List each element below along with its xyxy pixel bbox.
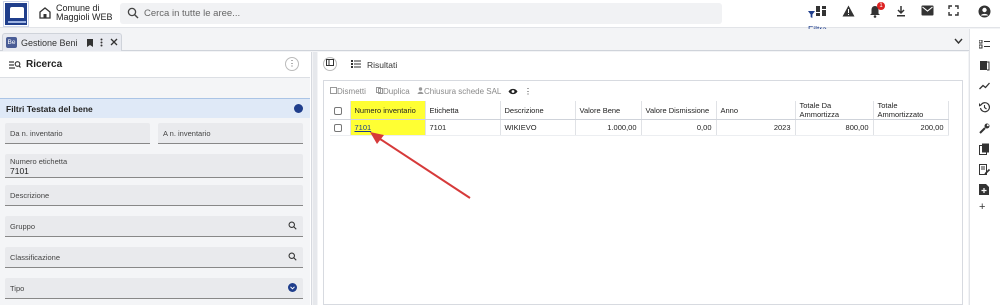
notifications-badge: 1 <box>877 2 885 10</box>
select-all-header[interactable] <box>330 101 351 120</box>
classificazione-label: Classificazione <box>10 253 61 262</box>
numero-etichetta-field[interactable]: Numero etichetta 7101 <box>5 154 303 178</box>
chiusura-schede-sal-button[interactable]: Chiusura schede SAL <box>417 87 501 96</box>
col-numero-inventario[interactable]: Numero inventario <box>350 101 426 120</box>
results-title: Risultati <box>367 60 398 70</box>
edit-document-icon[interactable] <box>979 164 991 177</box>
user-avatar-icon[interactable] <box>978 5 991 20</box>
home-icon[interactable] <box>38 6 52 20</box>
row-select-cell[interactable] <box>330 119 351 136</box>
list-icon <box>351 60 361 70</box>
add-document-icon[interactable] <box>979 184 989 197</box>
col-valore-dismissione[interactable]: Valore Dismissione <box>641 101 717 120</box>
a-n-inventario-field[interactable]: A n. inventario <box>158 123 303 144</box>
cell-totale-ammortizzato: 200,00 <box>873 119 949 136</box>
chevron-down-icon[interactable] <box>954 36 963 46</box>
panel-splitter[interactable] <box>313 52 317 305</box>
tipo-field[interactable]: Tipo <box>5 278 303 299</box>
annotation-arrow <box>370 132 471 199</box>
toolbar-more-icon[interactable]: ⋮ <box>524 87 532 96</box>
search-list-icon <box>9 60 21 72</box>
dashboard-icon[interactable] <box>815 5 827 19</box>
dismetti-icon <box>330 87 337 94</box>
panel-icon <box>326 59 334 66</box>
search-placeholder: Cerca in tutte le aree... <box>144 8 241 19</box>
cell-totale-da-ammortizza: 800,00 <box>795 119 874 136</box>
book-icon[interactable] <box>979 60 990 73</box>
app-badge-icon: Be <box>6 37 17 48</box>
search-panel: Ricerca ⋮ Filtri Testata del bene Da n. … <box>0 52 312 305</box>
mail-icon[interactable] <box>921 5 934 18</box>
search-panel-menu-button[interactable]: ⋮ <box>285 57 299 71</box>
tab-bar: Be Gestione Beni <box>0 29 970 51</box>
col-etichetta[interactable]: Etichetta <box>425 101 501 120</box>
sidebar-toggle-button[interactable] <box>323 57 337 71</box>
cell-anno: 2023 <box>716 119 796 136</box>
add-icon[interactable]: + <box>979 201 985 213</box>
descrizione-label: Descrizione <box>10 191 50 200</box>
search-panel-title: Ricerca <box>26 59 63 70</box>
cell-descrizione: WIKIEVO <box>500 119 576 136</box>
tab-menu-icon[interactable] <box>100 38 103 49</box>
person-icon <box>417 87 424 94</box>
comune-logo[interactable] <box>3 1 29 27</box>
row-checkbox[interactable] <box>334 124 342 132</box>
da-n-inventario-label: Da n. inventario <box>10 129 63 138</box>
numero-etichetta-value: 7101 <box>10 166 29 176</box>
numero-etichetta-label: Numero etichetta <box>10 157 68 166</box>
warning-icon[interactable] <box>842 5 855 19</box>
gruppo-label: Gruppo <box>10 222 36 231</box>
global-search[interactable]: Cerca in tutte le aree... Filtra <box>120 3 832 34</box>
tipo-dropdown-icon[interactable] <box>288 283 297 294</box>
app-brand: Comune di Maggioli WEB <box>56 4 113 22</box>
col-valore-bene[interactable]: Valore Bene <box>575 101 642 120</box>
cell-valore-bene: 1.000,00 <box>575 119 642 136</box>
filters-section-header[interactable]: Filtri Testata del bene <box>0 98 310 118</box>
duplica-button[interactable]: Duplica <box>376 87 410 96</box>
duplica-label: Duplica <box>383 87 410 96</box>
history-icon[interactable] <box>979 102 991 115</box>
col-totale-ammortizzato[interactable]: Totale Ammortizzato <box>873 101 949 120</box>
tools-icon[interactable] <box>979 123 990 136</box>
search-icon <box>127 7 139 21</box>
dismetti-label: Dismetti <box>337 87 366 96</box>
bookmark-icon[interactable] <box>87 39 93 49</box>
table-header-row: Numero inventario Etichetta Descrizione … <box>330 101 949 120</box>
classificazione-field[interactable]: Classificazione <box>5 247 303 268</box>
filter-icon <box>808 11 815 18</box>
dismetti-button[interactable]: Dismetti <box>330 87 366 96</box>
download-icon[interactable] <box>895 5 907 19</box>
close-tab-icon[interactable] <box>110 38 118 48</box>
fullscreen-icon[interactable] <box>948 5 959 18</box>
gruppo-field[interactable]: Gruppo <box>5 216 303 237</box>
classificazione-search-icon[interactable] <box>288 252 297 263</box>
copy-icon <box>376 87 383 94</box>
collapse-icon[interactable] <box>294 104 303 113</box>
select-all-checkbox[interactable] <box>334 106 342 115</box>
brand-line2: Maggioli WEB <box>56 12 113 22</box>
copy-document-icon[interactable] <box>979 143 990 157</box>
chiusura-label: Chiusura schede SAL <box>424 87 502 96</box>
list-view-icon[interactable] <box>978 39 990 52</box>
tab-gestione-beni[interactable]: Be Gestione Beni <box>2 33 122 51</box>
col-anno[interactable]: Anno <box>716 101 796 120</box>
tab-label: Gestione Beni <box>21 38 78 48</box>
right-toolbar: + <box>969 29 1000 305</box>
trend-icon[interactable] <box>979 82 990 92</box>
a-n-inventario-label: A n. inventario <box>163 129 211 138</box>
eye-icon[interactable] <box>508 88 518 97</box>
col-descrizione[interactable]: Descrizione <box>500 101 576 120</box>
tipo-label: Tipo <box>10 284 25 293</box>
gruppo-search-icon[interactable] <box>288 221 297 232</box>
col-totale-da-ammortizza[interactable]: Totale Da Ammortizza <box>795 101 874 120</box>
da-n-inventario-field[interactable]: Da n. inventario <box>5 123 150 144</box>
descrizione-field[interactable]: Descrizione <box>5 185 303 206</box>
filters-container: Filtri Testata del bene Da n. inventario… <box>0 77 310 305</box>
cell-valore-dismissione: 0,00 <box>641 119 717 136</box>
filters-section-title: Filtri Testata del bene <box>6 104 93 114</box>
top-bar: Comune di Maggioli WEB Cerca in tutte le… <box>0 0 1000 34</box>
